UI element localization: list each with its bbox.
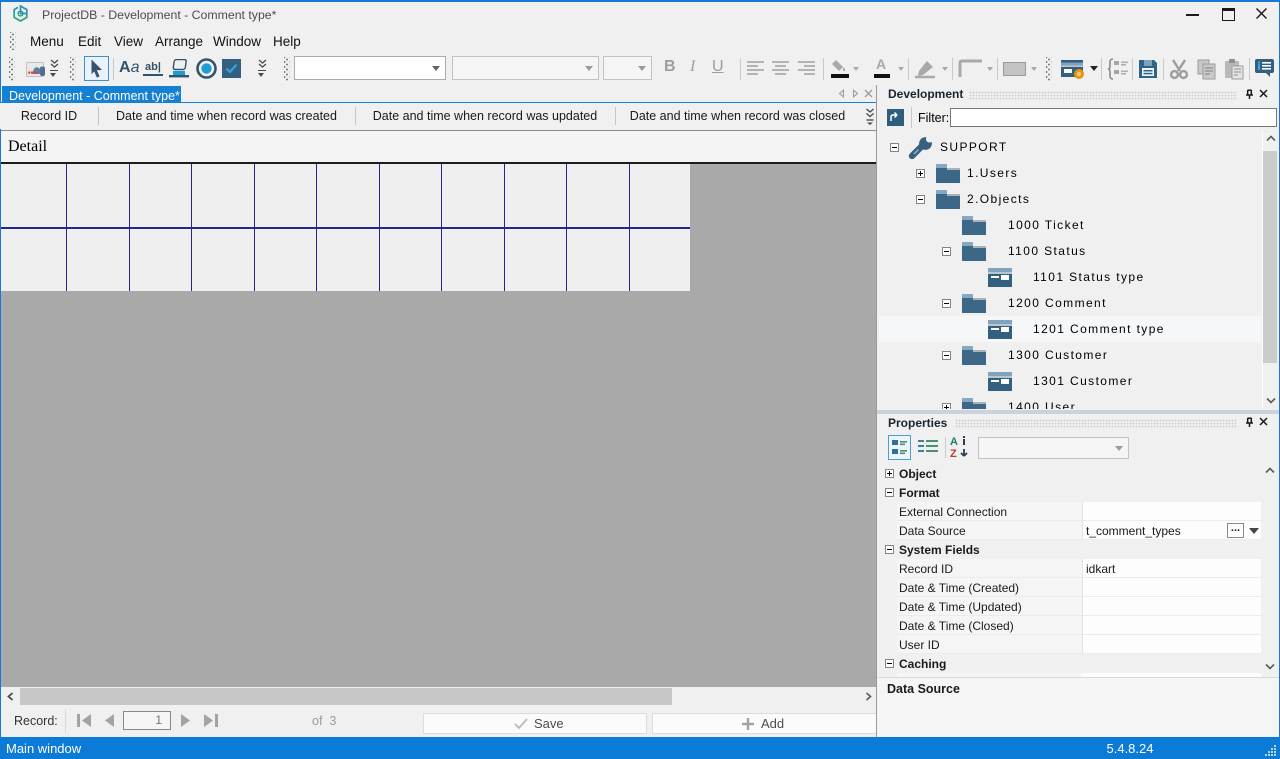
svg-text:Z: Z bbox=[950, 448, 957, 460]
svg-text:A: A bbox=[950, 436, 958, 448]
